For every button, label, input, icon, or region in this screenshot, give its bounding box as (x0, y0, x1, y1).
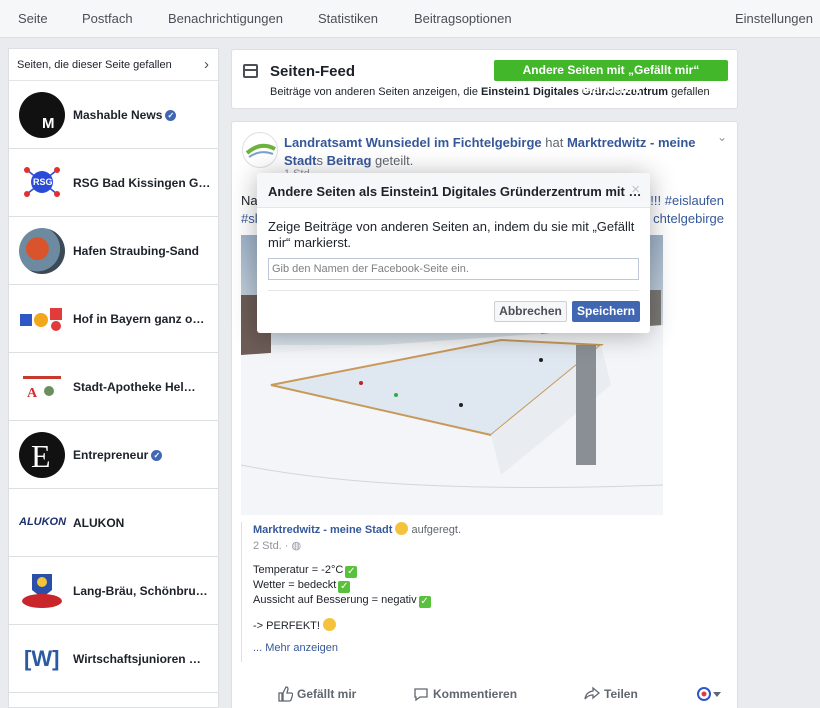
sidebar-item-alukon[interactable]: ALUKON ALUKON (9, 489, 218, 557)
shared-post: Marktredwitz - meine Stadt aufgeregt. 2 … (241, 522, 641, 662)
check-mark-icon: ✓ (345, 566, 358, 578)
excited-emoji-icon (395, 522, 409, 535)
alukon-logo: ALUKON (19, 500, 69, 546)
feed-subtitle: Beiträge von anderen Seiten anzeigen, di… (270, 86, 710, 98)
chevron-right-icon[interactable]: › (204, 56, 209, 73)
hashtag-fichtelgebirge[interactable]: chtelgebirge (653, 211, 724, 226)
sidebar-item-apotheke[interactable]: A Stadt-Apotheke Hel… (9, 353, 218, 421)
shared-timestamp[interactable]: 2 Std. · (253, 540, 288, 552)
nav-beitragsoptionen[interactable]: Beitragsoptionen (414, 11, 512, 26)
post-text-fragment[interactable]: #sl (241, 211, 258, 226)
svg-text:A: A (27, 386, 38, 401)
sidebar-item-label: Mashable News (73, 108, 163, 122)
nav-statistiken[interactable]: Statistiken (318, 11, 378, 26)
thumbs-up-icon (278, 686, 294, 702)
sidebar-item-label: Entrepreneur (73, 448, 149, 462)
landratsamt-logo-icon (245, 143, 276, 158)
apotheke-logo: A (19, 364, 65, 410)
wj-logo: [W] (19, 636, 65, 682)
dialog-title: Andere Seiten als Einstein1 Digitales Gr… (268, 184, 642, 199)
laughing-emoji-icon (323, 618, 336, 631)
sidebar-item-mashable[interactable]: M Mashable News ✓ (9, 81, 218, 149)
sidebar-item-label: ALUKON (73, 516, 125, 530)
author-link[interactable]: Landratsamt Wunsiedel im Fichtelgebirge (284, 135, 542, 150)
sidebar-item-hof[interactable]: Hof in Bayern ganz o… (9, 285, 218, 353)
top-navigation: Seite Postfach Benachrichtigungen Statis… (0, 0, 820, 38)
sidebar-item-langbraeu[interactable]: Lang-Bräu, Schönbru… (9, 557, 218, 625)
author-avatar[interactable] (242, 132, 278, 168)
sidebar-title: Seiten, die dieser Seite gefallen (17, 59, 172, 71)
dialog-header: Andere Seiten als Einstein1 Digitales Gr… (257, 173, 650, 208)
nav-einstellungen[interactable]: Einstellungen (735, 11, 813, 26)
sidebar-item-label: Stadt-Apotheke Hel… (73, 380, 196, 394)
sidebar-item-label: Hof in Bayern ganz o… (73, 312, 205, 326)
feed-title: Seiten-Feed (270, 63, 356, 80)
mashable-logo: M (19, 92, 65, 138)
hof-logo (19, 296, 65, 342)
check-mark-icon: ✓ (338, 581, 351, 593)
post-header: Landratsamt Wunsiedel im Fichtelgebirge … (284, 135, 696, 168)
like-other-pages-button[interactable]: Andere Seiten mit „Gefällt mir“ markiere… (494, 60, 728, 96)
langbraeu-crest-icon (22, 574, 62, 608)
verified-badge-icon: ✓ (151, 450, 163, 461)
shared-author-link[interactable]: Marktredwitz - meine Stadt (253, 524, 392, 536)
nav-postfach[interactable]: Postfach (82, 11, 133, 26)
post-options-chevron-icon[interactable]: ⌄ (717, 130, 727, 144)
share-button[interactable]: Teilen (584, 686, 638, 702)
hof-shapes-icon (20, 308, 62, 331)
post-actions: Gefällt mir Kommentieren Teilen (232, 679, 737, 708)
verified-badge-icon: ✓ (165, 110, 177, 121)
rsg-logo: RSG (19, 160, 65, 206)
sidebar-item-label: Hafen Straubing-Sand (73, 244, 200, 258)
beitrag-link[interactable]: Beitrag (327, 153, 372, 168)
sidebar-item-hafen[interactable]: Hafen Straubing-Sand (9, 217, 218, 285)
page-name-input[interactable] (268, 258, 639, 280)
like-other-pages-dialog: Andere Seiten als Einstein1 Digitales Gr… (257, 173, 650, 333)
entrepreneur-logo: E (19, 432, 65, 478)
save-button[interactable]: Speichern (572, 301, 640, 322)
comment-icon (414, 688, 428, 702)
sidebar-item-wirtschaftsjunioren[interactable]: [W] Wirtschaftsjunioren … (9, 625, 218, 693)
check-mark-icon: ✓ (418, 596, 431, 608)
sidebar-item-label: Lang-Bräu, Schönbru… (73, 584, 208, 598)
liked-pages-sidebar: Seiten, die dieser Seite gefallen › M Ma… (8, 48, 219, 708)
sidebar-item-label: Wirtschaftsjunioren … (73, 652, 201, 666)
dialog-divider (268, 290, 639, 291)
share-icon (584, 686, 601, 700)
hashtag-eislaufen[interactable]: !!! #eislaufen (650, 193, 724, 208)
feed-icon (243, 64, 258, 78)
cancel-button[interactable]: Abbrechen (494, 301, 567, 322)
nav-benachrichtigungen[interactable]: Benachrichtigungen (168, 11, 283, 26)
reaction-page-selector[interactable] (697, 686, 727, 702)
close-icon[interactable]: × (631, 182, 640, 197)
apotheke-icon: A (23, 376, 61, 401)
hafen-logo (19, 228, 65, 274)
sidebar-item-entrepreneur[interactable]: E Entrepreneur ✓ (9, 421, 218, 489)
show-more-link[interactable]: ... Mehr anzeigen (253, 642, 338, 654)
langbraeu-logo (19, 568, 65, 614)
comment-button[interactable]: Kommentieren (413, 686, 517, 702)
sidebar-item-rsg[interactable]: RSG RSG Bad Kissingen G… (9, 149, 218, 217)
like-button[interactable]: Gefällt mir (277, 686, 356, 702)
pages-feed-header: Seiten-Feed Beiträge von anderen Seiten … (231, 49, 738, 109)
nav-seite[interactable]: Seite (18, 11, 48, 26)
sidebar-item-label: RSG Bad Kissingen G… (73, 176, 211, 190)
page-avatar-dropdown-icon (697, 687, 721, 701)
sidebar-header[interactable]: Seiten, die dieser Seite gefallen › (9, 49, 218, 81)
globe-icon: ◍ (291, 540, 302, 552)
dialog-description: Zeige Beiträge von anderen Seiten an, in… (268, 219, 635, 250)
post-text-fragment: Na (241, 193, 258, 208)
